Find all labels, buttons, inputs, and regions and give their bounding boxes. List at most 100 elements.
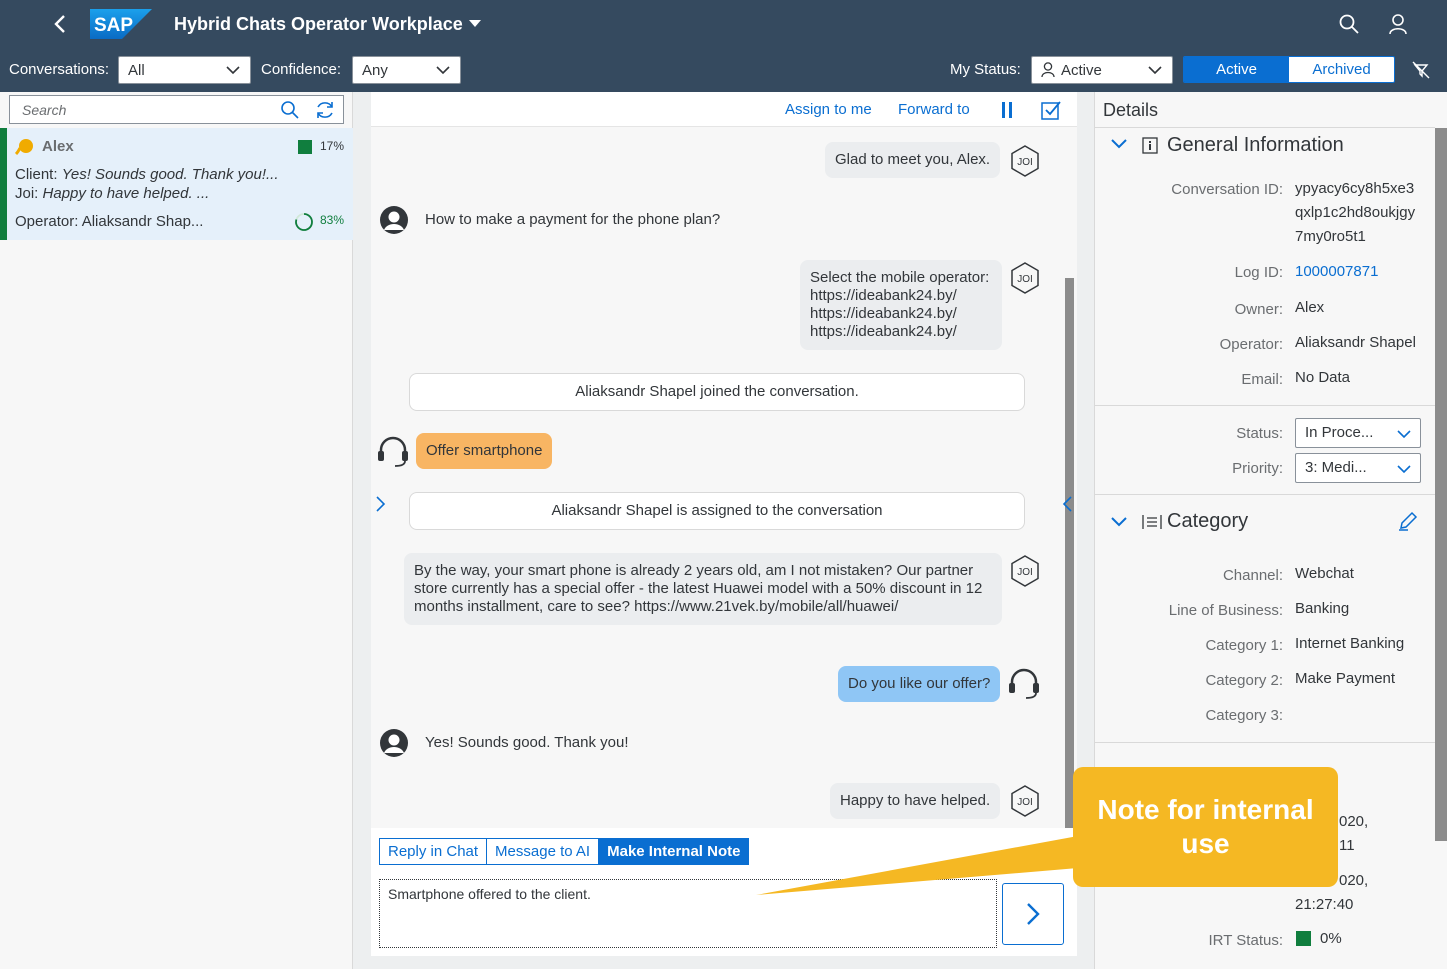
conversation-id-label: Conversation ID: (1171, 181, 1283, 198)
chevron-down-icon (1397, 465, 1411, 474)
chat-toolbar: Assign to me Forward to (371, 92, 1077, 127)
section-divider (1095, 405, 1435, 406)
pause-icon[interactable] (1001, 101, 1013, 119)
search-icon[interactable] (1339, 14, 1359, 34)
active-archived-toggle: Active Archived (1183, 56, 1395, 83)
priority-select-value: 3: Medi... (1305, 459, 1367, 476)
note-textarea[interactable]: Smartphone offered to the client. (379, 879, 997, 948)
chevron-right-icon (1027, 903, 1040, 925)
svg-text:JOI: JOI (1017, 274, 1033, 285)
client-message: How to make a payment for the phone plan… (425, 211, 721, 228)
caret-down-icon (468, 20, 481, 27)
chevron-down-icon (436, 66, 450, 75)
status-select[interactable]: In Proce... (1295, 418, 1421, 448)
channel-label: Channel: (1222, 567, 1283, 584)
system-message: Aliaksandr Shapel is assigned to the con… (409, 492, 1025, 530)
details-header: Details (1103, 100, 1159, 120)
chat-panel: Assign to me Forward to Glad to meet you… (371, 92, 1077, 969)
user-icon (1041, 62, 1055, 78)
tab-make-internal-note[interactable]: Make Internal Note (598, 838, 750, 865)
user-icon[interactable] (1389, 14, 1407, 34)
svg-text:SAP: SAP (94, 15, 133, 36)
confidence-select[interactable]: Any (352, 56, 461, 84)
priority-select[interactable]: 3: Medi... (1295, 453, 1421, 483)
joi-bot-icon: JOI (1011, 785, 1039, 817)
confidence-label: Confidence: (261, 61, 342, 78)
progress-percent: 83% (319, 213, 344, 227)
email-value: No Data (1295, 369, 1351, 386)
client-preview-label: Client: (15, 166, 58, 183)
expand-right-panel-icon[interactable] (1062, 495, 1074, 513)
date-fragment: 020, (1339, 813, 1369, 830)
filter-off-icon[interactable] (1412, 61, 1430, 79)
segment-archived[interactable]: Archived (1289, 57, 1394, 82)
joi-preview-label: Joi: (15, 185, 39, 202)
my-status-select[interactable]: Active (1031, 56, 1173, 84)
edit-icon[interactable] (1398, 511, 1418, 531)
back-button[interactable] (40, 0, 80, 48)
shell-bar: SAP Hybrid Chats Operator Workplace (0, 0, 1447, 48)
operator-headset-icon (378, 436, 408, 467)
app-title-menu[interactable]: Hybrid Chats Operator Workplace (174, 14, 481, 35)
filter-toolbar: Conversations: All Confidence: Any My St… (0, 48, 1447, 92)
my-status-value: Active (1061, 61, 1102, 79)
bottom-strip (371, 956, 1077, 969)
chevron-down-icon (1148, 66, 1162, 75)
category-1-label: Category 1: (1205, 637, 1283, 654)
forward-to-link[interactable]: Forward to (898, 101, 970, 118)
segment-active[interactable]: Active (1184, 57, 1289, 82)
conversation-list-item[interactable]: Alex 17% Client: Yes! Sounds good. Thank… (0, 128, 353, 240)
line-of-business-label: Line of Business: (1168, 602, 1283, 619)
date-fragment: 11 (1339, 837, 1355, 854)
client-avatar-icon (380, 206, 408, 234)
send-button[interactable] (1002, 883, 1064, 945)
date-fragment: 020, (1339, 872, 1369, 889)
chevron-down-icon[interactable] (1111, 138, 1127, 150)
category-1-value: Internet Banking (1295, 635, 1405, 652)
log-id-link[interactable]: 1000007871 (1295, 260, 1378, 284)
assign-to-me-link[interactable]: Assign to me (785, 101, 872, 118)
search-field[interactable]: Search (9, 95, 344, 124)
conversation-id-line: qxlp1c2hd8oukjgy (1295, 204, 1416, 221)
section-divider (1095, 494, 1435, 495)
chevron-down-icon (1397, 430, 1411, 439)
search-placeholder: Search (22, 102, 67, 118)
line-of-business-value: Banking (1295, 600, 1350, 617)
conversations-label: Conversations: (9, 61, 110, 78)
priority-label: Priority: (1232, 460, 1283, 477)
conversation-name: Alex (42, 138, 74, 155)
conversation-list-panel: Search Alex 17% Client: Yes! Sounds good… (0, 92, 353, 969)
progress-ring-icon (295, 213, 313, 231)
svg-text:JOI: JOI (1017, 157, 1033, 168)
irt-status-indicator (1296, 931, 1311, 946)
time-value: 21:27:40 (1295, 896, 1354, 913)
internal-note-callout: Note for internal use (1073, 767, 1338, 887)
bot-message: Glad to meet you, Alex. (825, 142, 1001, 178)
refresh-icon[interactable] (314, 99, 336, 121)
operator-label: Operator: (1219, 336, 1283, 353)
tab-message-to-ai[interactable]: Message to AI (486, 838, 600, 865)
bot-message: Select the mobile operator: https://idea… (800, 260, 1002, 350)
conversation-id-line: ypyacy6cy8h5xe3 (1295, 180, 1415, 197)
chevron-left-icon (54, 15, 65, 33)
confidence-select-value: Any (362, 61, 388, 79)
client-preview: Client: Yes! Sounds good. Thank you!... (15, 166, 279, 183)
confidence-percent: 17% (319, 139, 344, 153)
joi-bot-icon: JOI (1011, 262, 1039, 294)
conversations-select[interactable]: All (118, 56, 251, 84)
operator-headset-icon (1009, 668, 1039, 699)
category-2-label: Category 2: (1205, 672, 1283, 689)
email-label: Email: (1241, 371, 1283, 388)
expand-left-panel-icon[interactable] (374, 495, 386, 513)
details-scrollbar[interactable] (1435, 128, 1447, 841)
chevron-down-icon[interactable] (1111, 516, 1127, 528)
conversation-id-line: 7my0ro5t1 (1295, 228, 1366, 245)
sap-logo: SAP (90, 9, 152, 39)
complete-checkbox-icon[interactable] (1041, 100, 1061, 120)
owner-value: Alex (1295, 299, 1325, 316)
my-status-label: My Status: (950, 61, 1021, 78)
search-icon[interactable] (280, 100, 300, 120)
general-information-title: General Information (1167, 134, 1344, 156)
joi-preview-text: Happy to have helped. ... (42, 185, 210, 202)
tab-reply-in-chat[interactable]: Reply in Chat (379, 838, 488, 865)
